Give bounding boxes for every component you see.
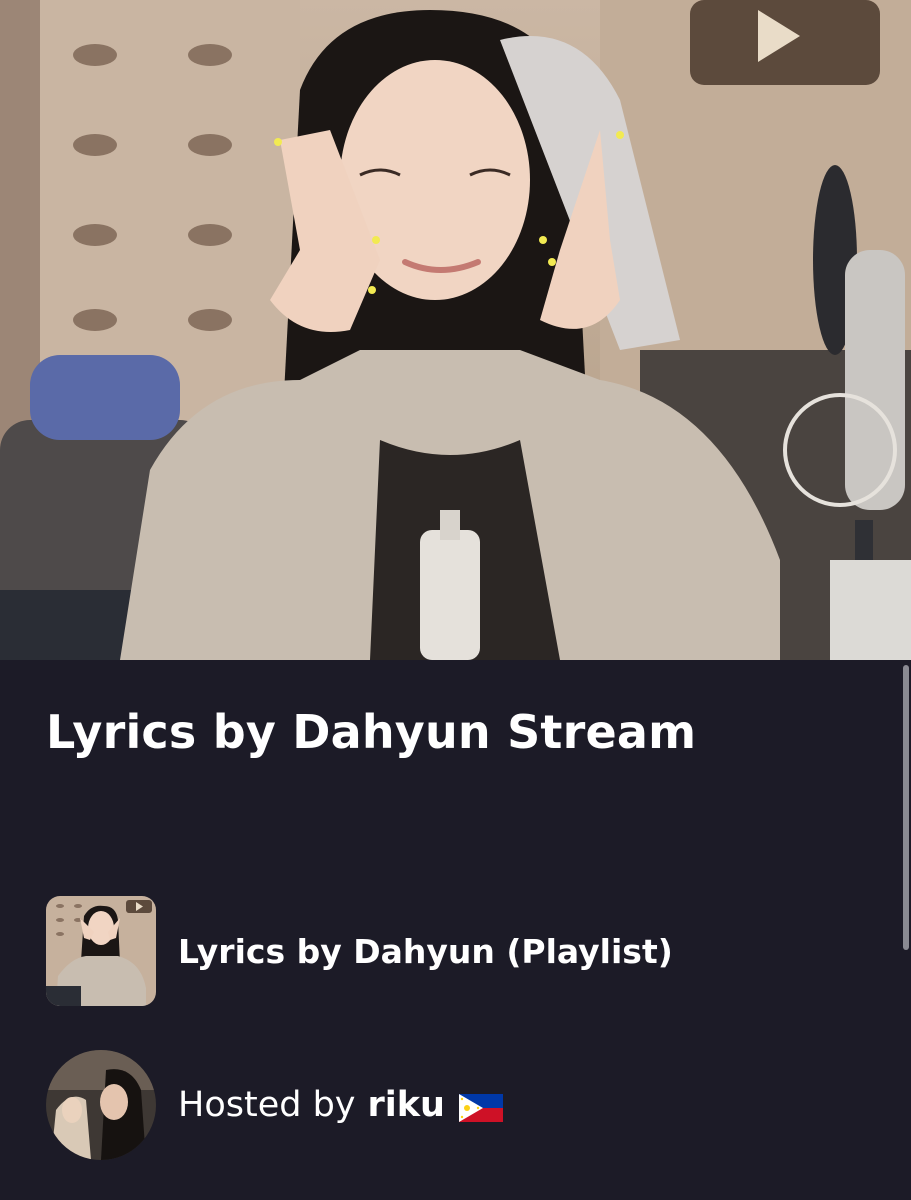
hero-photo	[0, 0, 911, 660]
host-name[interactable]: riku	[368, 1085, 445, 1125]
playlist-thumbnail	[46, 896, 156, 1006]
host-row[interactable]: Hosted by riku	[46, 1050, 503, 1160]
host-info: Hosted by riku	[178, 1085, 503, 1125]
playlist-link[interactable]: Lyrics by Dahyun (Playlist)	[178, 932, 673, 971]
host-avatar[interactable]	[46, 1050, 156, 1160]
stream-title: Lyrics by Dahyun Stream	[46, 705, 697, 759]
philippines-flag-icon	[458, 1091, 503, 1122]
host-prefix: Hosted by	[178, 1085, 356, 1125]
playlist-row[interactable]: Lyrics by Dahyun (Playlist)	[46, 896, 673, 1006]
scrollbar[interactable]	[903, 665, 909, 950]
stream-page: Lyrics by Dahyun Stream Lyrics by Dahyun…	[0, 0, 911, 1200]
